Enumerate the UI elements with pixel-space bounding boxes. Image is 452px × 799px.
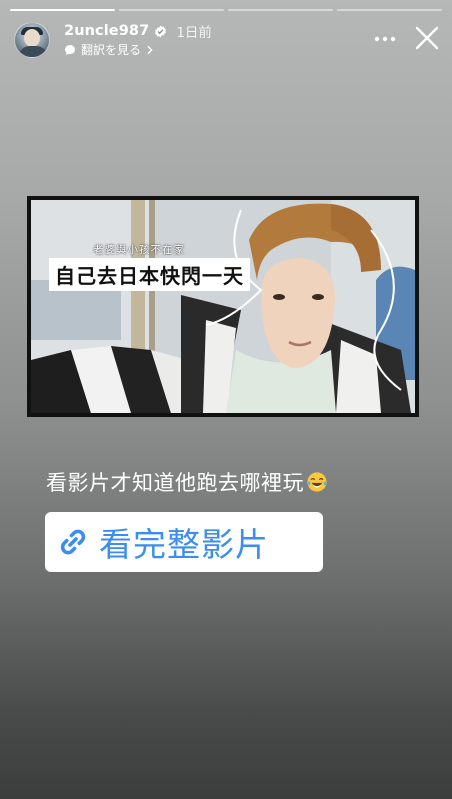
close-icon[interactable] [414, 25, 440, 51]
link-sticker-button[interactable]: 看完整影片 [45, 512, 323, 572]
chat-bubble-icon [65, 44, 75, 55]
thumbnail-caption-big: 自己去日本快閃一天 [49, 258, 250, 291]
link-icon [60, 529, 86, 555]
video-thumbnail[interactable]: 老婆與小孩不在家 自己去日本快閃一天 [27, 196, 419, 417]
story-header: 2uncle987 1日前 翻訳を見る [14, 20, 440, 60]
laughing-tears-emoji-icon [307, 472, 327, 492]
translate-button[interactable]: 翻訳を見る [64, 41, 154, 58]
progress-segment [337, 9, 442, 11]
thumbnail-photo [31, 200, 415, 413]
thumbnail-caption-small: 老婆與小孩不在家 [93, 244, 185, 256]
headline-text: 看影片才知道他跑去哪裡玩 [46, 471, 304, 495]
user-row: 2uncle987 1日前 [64, 21, 212, 41]
chevron-right-icon [147, 45, 153, 54]
link-sticker-label: 看完整影片 [99, 525, 269, 564]
verified-badge-icon [155, 25, 167, 37]
story-progress-bar [10, 9, 442, 11]
more-options-icon[interactable] [374, 32, 396, 46]
avatar[interactable] [14, 22, 50, 58]
username[interactable]: 2uncle987 [64, 23, 149, 39]
progress-segment-active [10, 9, 115, 11]
translate-label: 翻訳を見る [81, 43, 142, 57]
progress-segment [228, 9, 333, 11]
story-headline: 看影片才知道他跑去哪裡玩 [46, 467, 328, 497]
post-time: 1日前 [176, 25, 212, 41]
progress-segment [119, 9, 224, 11]
